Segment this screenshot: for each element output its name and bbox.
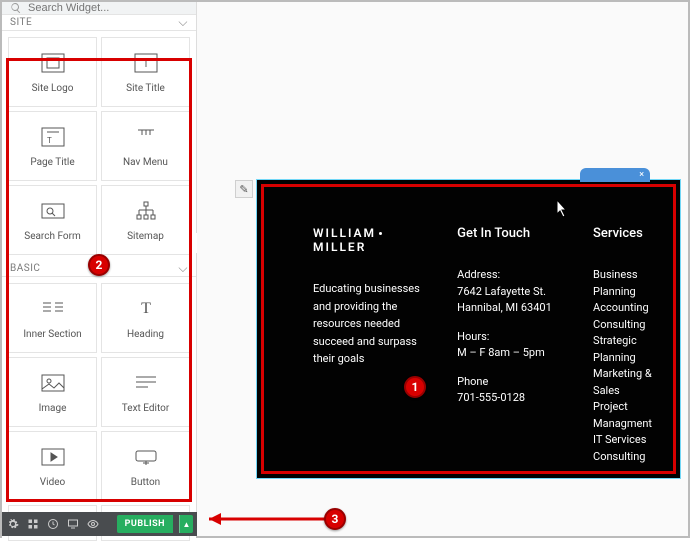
video-icon <box>41 445 65 469</box>
widget-nav-menu[interactable]: Nav Menu <box>101 111 190 181</box>
svg-text:T: T <box>141 300 151 317</box>
dot-icon <box>379 232 382 235</box>
footer-col-brand: WILLIAMMILLER Educating businesses and p… <box>313 226 427 465</box>
brand-tagline: Educating businesses and providing the r… <box>313 280 427 368</box>
section-label: BASIC <box>10 263 40 274</box>
footer-col-contact: Get In Touch Address: 7642 Lafayette St.… <box>457 226 563 465</box>
chevron-down-icon: ⌵ <box>178 261 188 276</box>
search-icon <box>10 2 22 14</box>
hours-value: M – F 8am – 5pm <box>457 345 563 362</box>
responsive-icon[interactable] <box>66 517 80 531</box>
nav-menu-icon <box>134 125 158 149</box>
address-line: 7642 Lafayette St. <box>457 284 563 301</box>
navigator-icon[interactable] <box>26 517 40 531</box>
panel-bottom-bar: PUBLISH ▲ <box>2 512 197 536</box>
hours-label: Hours: <box>457 329 563 346</box>
service-item: Marketing & Sales <box>593 366 652 399</box>
footer-columns: WILLIAMMILLER Educating businesses and p… <box>257 180 680 485</box>
service-item: Consulting <box>593 317 652 334</box>
search-widget-row <box>2 2 196 15</box>
widget-label: Page Title <box>30 157 74 168</box>
service-item: Strategic Planning <box>593 333 652 366</box>
footer-section[interactable]: × ✎ WILLIAMMILLER Educating businesses a… <box>257 180 680 478</box>
section-label: SITE <box>10 17 32 28</box>
phone-value: 701-555-0128 <box>457 390 563 407</box>
search-input[interactable] <box>28 2 188 14</box>
annotation-step-2: 2 <box>88 254 110 276</box>
widget-video[interactable]: Video <box>8 431 97 501</box>
widget-heading[interactable]: T Heading <box>101 283 190 353</box>
svg-text:T: T <box>47 136 52 145</box>
service-item: Project Managment <box>593 399 652 432</box>
widget-button[interactable]: Button <box>101 431 190 501</box>
text-editor-icon <box>134 371 158 395</box>
widget-search-form[interactable]: Search Form <box>8 185 97 255</box>
site-title-icon: T <box>134 51 158 75</box>
section-edit-handle[interactable]: ✎ <box>235 180 253 198</box>
contact-heading: Get In Touch <box>457 226 563 241</box>
footer-col-services: Services Business Planning Accounting Co… <box>593 226 652 465</box>
widget-sitemap[interactable]: Sitemap <box>101 185 190 255</box>
search-form-icon <box>41 199 65 223</box>
widget-label: Text Editor <box>122 403 169 414</box>
widget-grid-site: Site Logo T Site Title T Page Title Nav … <box>2 31 196 261</box>
widget-label: Site Title <box>126 83 165 94</box>
widget-label: Search Form <box>24 231 80 242</box>
chevron-down-icon: ⌵ <box>178 15 188 30</box>
editor-canvas[interactable]: × ✎ WILLIAMMILLER Educating businesses a… <box>197 2 688 536</box>
section-header-site[interactable]: SITE ⌵ <box>2 15 196 31</box>
phone-label: Phone <box>457 374 563 391</box>
services-heading: Services <box>593 226 652 241</box>
brand-first: WILLIAM <box>313 226 376 240</box>
annotation-step-1: 1 <box>404 376 426 398</box>
publish-button[interactable]: PUBLISH <box>117 515 173 533</box>
settings-icon[interactable] <box>6 517 20 531</box>
widget-text-editor[interactable]: Text Editor <box>101 357 190 427</box>
annotation-step-3: 3 <box>324 508 346 530</box>
address-label: Address: <box>457 267 563 284</box>
widget-image[interactable]: Image <box>8 357 97 427</box>
widget-label: Inner Section <box>23 329 81 340</box>
page-title-icon: T <box>41 125 65 149</box>
preview-icon[interactable] <box>86 517 100 531</box>
widget-label: Heading <box>127 329 164 340</box>
service-item: Accounting <box>593 300 652 317</box>
sitemap-icon <box>134 199 158 223</box>
widget-label: Site Logo <box>32 83 74 94</box>
close-icon[interactable]: × <box>639 170 644 180</box>
widget-site-title[interactable]: T Site Title <box>101 37 190 107</box>
service-item: Business Planning <box>593 267 652 300</box>
widget-inner-section[interactable]: Inner Section <box>8 283 97 353</box>
widget-label: Sitemap <box>127 231 164 242</box>
svg-text:T: T <box>143 59 149 70</box>
publish-label: PUBLISH <box>125 519 165 529</box>
service-item: Consulting <box>593 449 652 466</box>
widget-grid-basic: Inner Section T Heading Image Text Edito… <box>2 277 196 547</box>
widget-label: Nav Menu <box>123 157 168 168</box>
widget-page-title[interactable]: T Page Title <box>8 111 97 181</box>
widget-site-logo[interactable]: Site Logo <box>8 37 97 107</box>
heading-icon: T <box>134 297 158 321</box>
widget-label: Video <box>40 477 65 488</box>
brand-logo: WILLIAMMILLER <box>313 226 427 254</box>
section-toolbar[interactable]: × <box>580 168 650 182</box>
brand-last: MILLER <box>313 240 366 254</box>
history-icon[interactable] <box>46 517 60 531</box>
service-item: IT Services <box>593 432 652 449</box>
publish-options-button[interactable]: ▲ <box>179 515 193 533</box>
widget-label: Image <box>39 403 67 414</box>
widget-label: Button <box>131 477 160 488</box>
button-icon <box>134 445 158 469</box>
site-logo-icon <box>41 51 65 75</box>
image-icon <box>41 371 65 395</box>
address-line: Hannibal, MI 63401 <box>457 300 563 317</box>
inner-section-icon <box>41 297 65 321</box>
